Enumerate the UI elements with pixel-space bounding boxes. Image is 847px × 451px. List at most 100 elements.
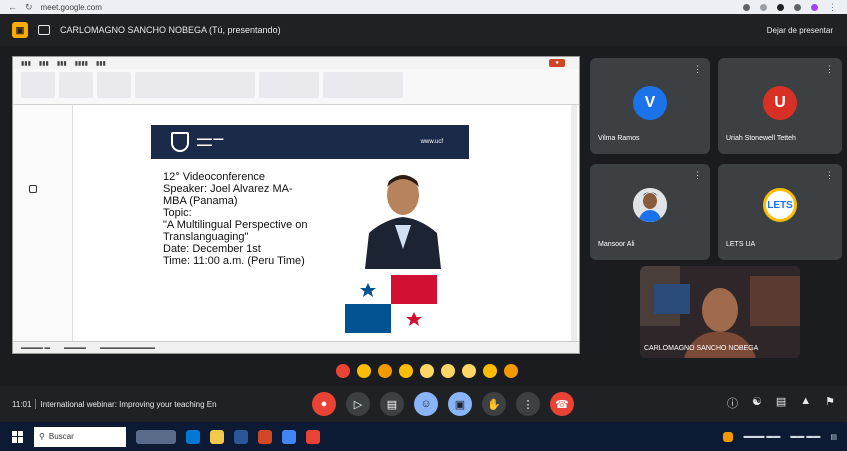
participant-tile[interactable]: ⋮ U Uriah Stonewell Tetteh — [718, 58, 842, 154]
ppt-scrollbar — [571, 105, 577, 341]
notifications-icon[interactable]: ▤ — [830, 433, 837, 441]
ribbon-group — [135, 72, 255, 98]
extension-icon[interactable] — [760, 3, 767, 11]
emoji-button[interactable]: ☺ — [414, 392, 438, 416]
meeting-controls-bar: 11:01 International webinar: Improving y… — [0, 386, 847, 422]
clap-reaction-icon[interactable] — [399, 364, 413, 378]
raise-hand-button[interactable]: ✋ — [482, 392, 506, 416]
heart-reaction-icon[interactable] — [336, 364, 350, 378]
stop-presenting-button[interactable]: Dejar de presentar — [767, 26, 847, 35]
profile-avatar[interactable] — [811, 3, 818, 11]
ppt-ribbon — [13, 69, 579, 105]
participant-name: CARLOMAGNO SANCHO NOBEGA — [644, 345, 759, 352]
avatar: LETS — [763, 188, 797, 222]
system-tray: ▬▬▬ ▬▬ ▬▬ ▬▬ ▤ — [723, 431, 847, 442]
more-vert-icon[interactable]: ⋮ — [828, 2, 837, 13]
windows-start-icon[interactable] — [12, 430, 24, 443]
slide-line: 12° Videoconference — [163, 171, 266, 183]
tile-menu-icon[interactable]: ⋮ — [693, 64, 702, 75]
university-crest-icon — [171, 132, 189, 152]
captions-button[interactable]: ▷ — [346, 392, 370, 416]
back-icon[interactable]: ← — [8, 2, 17, 12]
slide-line: "A Multilingual Perspective on — [163, 219, 308, 231]
folder-icon[interactable] — [210, 429, 224, 444]
participant-tile[interactable]: ⋮ Mansoor Ali — [590, 164, 710, 260]
slide-line: Speaker: Joel Alvarez MA- — [163, 183, 293, 195]
ppt-tab: ▮▮▮ — [95, 60, 106, 67]
tile-menu-icon[interactable]: ⋮ — [825, 170, 834, 181]
chrome-icon[interactable] — [282, 429, 296, 444]
people-icon[interactable]: ☯ — [752, 395, 762, 411]
present-screen-icon — [38, 25, 50, 35]
tray-item: ▬▬▬ ▬▬ — [743, 433, 781, 440]
weather-icon[interactable] — [723, 431, 734, 442]
laugh-reaction-icon[interactable] — [420, 364, 434, 378]
participant-name: Mansoor Ali — [598, 241, 635, 248]
ribbon-group — [21, 72, 55, 98]
slide-thumbnails-pane — [13, 105, 73, 343]
word-icon[interactable] — [234, 429, 248, 444]
avatar: U — [763, 86, 797, 120]
taskbar-app-icon[interactable] — [136, 429, 176, 444]
self-view-tile[interactable]: CARLOMAGNO SANCHO NOBEGA — [640, 266, 800, 358]
presentation-slide: ▬▬▬ ▬▬ ▬▬▬ www.ucf 12° Videoconference S… — [151, 125, 469, 343]
extension-icon[interactable] — [743, 3, 750, 11]
browser-toolbar: ← ↻ meet.google.com ⋮ — [0, 0, 847, 14]
divider — [35, 399, 37, 409]
search-placeholder: Buscar — [48, 432, 74, 441]
slide-text: 12° Videoconference Speaker: Joel Alvare… — [163, 171, 343, 267]
tile-menu-icon[interactable]: ⋮ — [693, 170, 702, 181]
meeting-title: International webinar: Improving your te… — [40, 399, 217, 409]
tile-menu-icon[interactable]: ⋮ — [825, 64, 834, 75]
present-button[interactable]: ▣ — [448, 392, 472, 416]
slide-line: Topic: — [163, 207, 192, 219]
powerpoint-icon[interactable] — [258, 429, 272, 444]
end-call-button[interactable]: ☎ — [550, 392, 574, 416]
sad-reaction-icon[interactable] — [462, 364, 476, 378]
participant-name: Vilma Ramos — [598, 135, 640, 142]
speaker-photo — [355, 169, 451, 269]
slide-line: Translanguaging" — [163, 231, 249, 243]
thumbs-down-reaction-icon[interactable] — [504, 364, 518, 378]
slide-banner: ▬▬▬ ▬▬ ▬▬▬ www.ucf — [151, 125, 469, 159]
taskbar-app-icon[interactable] — [306, 429, 320, 444]
more-options-button[interactable]: ⋮ — [516, 392, 540, 416]
participant-photo — [633, 188, 667, 222]
info-icon[interactable]: ⓘ — [727, 395, 738, 411]
meeting-time: 11:01 — [12, 399, 32, 409]
reload-icon[interactable]: ↻ — [25, 2, 33, 13]
star-icon[interactable] — [777, 3, 784, 11]
call-controls: ● ▷ ▤ ☺ ▣ ✋ ⋮ ☎ — [312, 392, 574, 416]
slide-thumbnail — [29, 185, 37, 193]
ribbon-group — [259, 72, 319, 98]
thinking-reaction-icon[interactable] — [483, 364, 497, 378]
participant-tile[interactable]: ⋮ V Vilma Ramos — [590, 58, 710, 154]
participant-name: Uriah Stonewell Tetteh — [726, 135, 796, 142]
surprised-reaction-icon[interactable] — [441, 364, 455, 378]
ppt-tab: ▮▮▮ — [38, 60, 49, 67]
windows-taskbar: ⚲ Buscar ▬▬▬ ▬▬ ▬▬ ▬▬ ▤ — [0, 422, 847, 451]
participant-tile[interactable]: ⋮ LETS LETS UA — [718, 164, 842, 260]
ppt-tab: ▮▮▮ — [56, 60, 67, 67]
taskbar-app-icon[interactable] — [186, 429, 200, 444]
side-tools: ⓘ ☯ ▤ ▲ ⚑ — [727, 395, 835, 411]
activities-icon[interactable]: ▲ — [800, 395, 811, 411]
settings-icon[interactable] — [794, 3, 801, 11]
thumbs-up-reaction-icon[interactable] — [357, 364, 371, 378]
participant-name: LETS UA — [726, 241, 756, 248]
browser-actions: ⋮ — [743, 2, 847, 13]
cc-button[interactable]: ▤ — [380, 392, 404, 416]
taskbar-search[interactable]: ⚲ Buscar — [34, 426, 126, 447]
party-reaction-icon[interactable] — [378, 364, 392, 378]
university-logo-text: ▬▬▬ ▬▬ ▬▬▬ — [197, 136, 224, 148]
chat-icon[interactable]: ▤ — [776, 395, 786, 411]
host-controls-icon[interactable]: ⚑ — [825, 395, 835, 411]
reactions-bar — [336, 364, 518, 378]
address-bar[interactable]: meet.google.com — [41, 3, 102, 12]
mic-off-button[interactable]: ● — [312, 392, 336, 416]
avatar: V — [633, 86, 667, 120]
search-icon: ⚲ — [39, 432, 45, 441]
ppt-record-button: ● — [549, 59, 565, 67]
ribbon-group — [97, 72, 131, 98]
status-item: ▬▬▬▬▬▬▬▬▬▬ — [100, 344, 156, 351]
